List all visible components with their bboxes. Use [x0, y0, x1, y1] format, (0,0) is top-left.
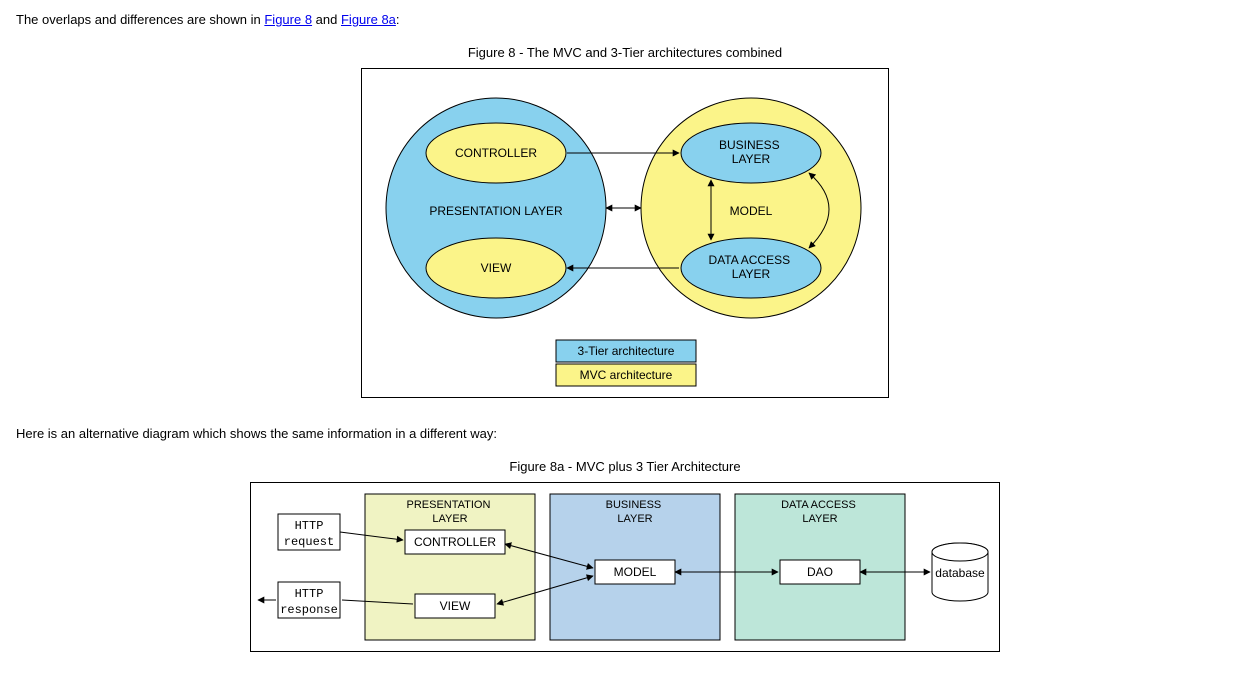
- model-label-2: MODEL: [614, 565, 657, 579]
- legend-3tier: 3-Tier architecture: [578, 344, 675, 358]
- view-label: VIEW: [481, 261, 512, 275]
- dao-label: DAO: [807, 565, 833, 579]
- presentation-layer-label: PRESENTATION LAYER: [429, 204, 563, 218]
- figure-8-diagram: CONTROLLER PRESENTATION LAYER VIEW BUSIN…: [361, 68, 889, 398]
- legend-mvc: MVC architecture: [580, 368, 673, 382]
- figure-8-caption: Figure 8 - The MVC and 3-Tier architectu…: [16, 45, 1234, 60]
- controller-label: CONTROLLER: [455, 146, 537, 160]
- intro-suffix: :: [396, 12, 400, 27]
- view-label-2: VIEW: [440, 599, 471, 613]
- mid-text: Here is an alternative diagram which sho…: [16, 426, 1234, 441]
- intro-mid: and: [312, 12, 341, 27]
- link-figure-8[interactable]: Figure 8: [264, 12, 312, 27]
- figure-8a-caption: Figure 8a - MVC plus 3 Tier Architecture: [16, 459, 1234, 474]
- http-label-req: HTTP: [295, 519, 324, 533]
- controller-label-2: CONTROLLER: [414, 535, 496, 549]
- link-figure-8a[interactable]: Figure 8a: [341, 12, 396, 27]
- database-label: database: [935, 566, 985, 580]
- response-label: response: [280, 603, 338, 617]
- intro-prefix: The overlaps and differences are shown i…: [16, 12, 264, 27]
- http-label-res: HTTP: [295, 587, 324, 601]
- intro-text: The overlaps and differences are shown i…: [16, 12, 1234, 27]
- model-label: MODEL: [730, 204, 773, 218]
- request-label: request: [284, 535, 334, 549]
- figure-8a-diagram: HTTP request HTTP response PRESENTATION …: [250, 482, 1000, 652]
